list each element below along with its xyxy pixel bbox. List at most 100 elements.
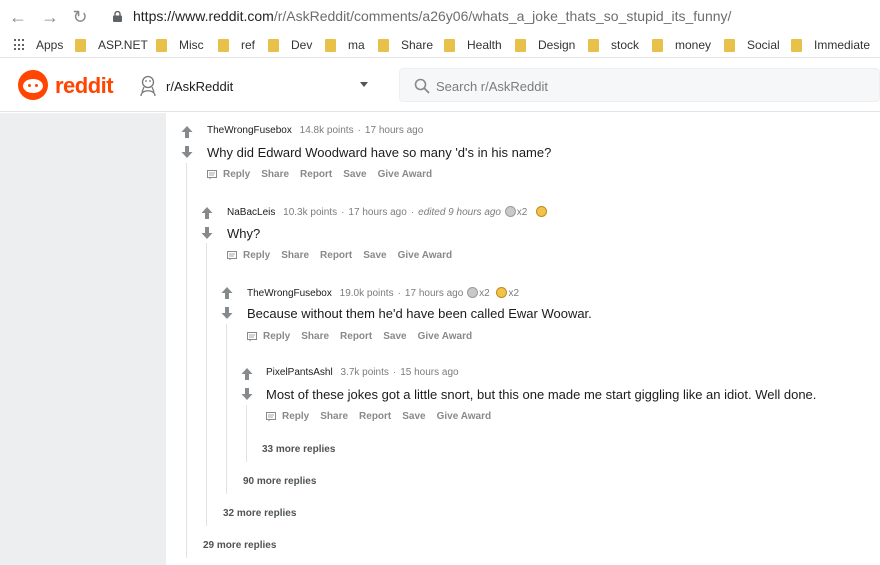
gold-award-icon[interactable] xyxy=(536,206,548,217)
search-input[interactable] xyxy=(436,76,836,96)
bookmark-label: Immediate xyxy=(814,38,871,52)
silver-award-icon[interactable] xyxy=(504,206,516,217)
reply-button[interactable]: Reply xyxy=(263,331,290,342)
thread-line[interactable] xyxy=(186,163,187,558)
share-button[interactable]: Share xyxy=(301,331,329,342)
give-award-button[interactable]: Give Award xyxy=(378,169,432,180)
upvote-arrow-icon[interactable] xyxy=(241,367,253,381)
share-button[interactable]: Share xyxy=(281,250,309,261)
comment-actions: Reply Share Report Save Give Award xyxy=(227,250,463,261)
more-replies-link[interactable]: 90 more replies xyxy=(243,476,316,487)
comment-points: 14.8k points xyxy=(299,125,354,136)
folder-icon xyxy=(75,38,86,52)
comment-author[interactable]: PixelPantsAshl xyxy=(266,367,333,378)
folder-icon xyxy=(156,38,167,52)
bookmark-aspnet[interactable]: ASP.NET xyxy=(75,38,148,52)
share-button[interactable]: Share xyxy=(320,411,348,422)
save-button[interactable]: Save xyxy=(363,250,386,261)
forward-arrow-icon[interactable]: → xyxy=(40,7,60,27)
bookmark-social[interactable]: Social xyxy=(724,38,780,52)
comment-bubble-icon xyxy=(247,331,257,341)
search-icon xyxy=(414,78,430,94)
comment-time[interactable]: 17 hours ago xyxy=(405,288,463,299)
bookmark-ma[interactable]: ma xyxy=(325,38,365,52)
bookmark-immediate[interactable]: Immediate xyxy=(791,38,870,52)
award-count: x2 xyxy=(508,288,519,299)
bookmark-label: Social xyxy=(747,38,780,52)
comment-meta: TheWrongFusebox 14.8k points · 17 hours ag… xyxy=(207,125,424,136)
upvote-arrow-icon[interactable] xyxy=(221,286,233,300)
bookmark-dev[interactable]: Dev xyxy=(268,38,312,52)
back-arrow-icon[interactable]: ← xyxy=(8,7,28,27)
report-button[interactable]: Report xyxy=(340,331,372,342)
thread-line[interactable] xyxy=(246,405,247,462)
chevron-down-icon[interactable] xyxy=(360,82,368,87)
more-replies-link[interactable]: 33 more replies xyxy=(262,444,335,455)
save-button[interactable]: Save xyxy=(343,169,366,180)
folder-icon xyxy=(588,38,599,52)
give-award-button[interactable]: Give Award xyxy=(398,250,452,261)
reddit-logo-icon[interactable] xyxy=(18,70,48,100)
bookmark-money[interactable]: money xyxy=(652,38,711,52)
upvote-arrow-icon[interactable] xyxy=(181,125,193,139)
page-background xyxy=(0,113,166,565)
gold-award-icon[interactable] xyxy=(496,287,508,298)
folder-icon xyxy=(218,38,229,52)
downvote-arrow-icon[interactable] xyxy=(241,387,253,401)
downvote-arrow-icon[interactable] xyxy=(221,306,233,320)
search-box[interactable] xyxy=(399,68,880,102)
save-button[interactable]: Save xyxy=(402,411,425,422)
bookmark-ref[interactable]: ref xyxy=(218,38,255,52)
comment-bubble-icon xyxy=(266,411,276,421)
give-award-button[interactable]: Give Award xyxy=(418,331,472,342)
bookmark-label: stock xyxy=(611,38,640,52)
share-button[interactable]: Share xyxy=(261,169,289,180)
reddit-header: reddit r/AskReddit xyxy=(0,60,880,112)
report-button[interactable]: Report xyxy=(359,411,391,422)
comment-meta: NaBacLeis 10.3k points · 17 hours ago · edit… xyxy=(227,206,548,218)
award-count: x2 xyxy=(516,207,528,218)
downvote-arrow-icon[interactable] xyxy=(201,226,213,240)
silver-award-icon[interactable] xyxy=(467,287,479,298)
reply-button[interactable]: Reply xyxy=(223,169,250,180)
bookmark-share[interactable]: Share xyxy=(378,38,433,52)
more-replies-link[interactable]: 32 more replies xyxy=(223,508,296,519)
comment-time[interactable]: 17 hours ago xyxy=(348,207,406,218)
comment-time[interactable]: 15 hours ago xyxy=(400,367,458,378)
comment-author[interactable]: NaBacLeis xyxy=(227,207,275,218)
more-replies-link[interactable]: 29 more replies xyxy=(203,540,276,551)
comment-actions: Reply Share Report Save Give Award xyxy=(247,331,483,342)
address-bar[interactable]: https://www.reddit.com/r/AskReddit/comme… xyxy=(133,8,731,24)
apps-grid-icon xyxy=(14,39,26,51)
reply-button[interactable]: Reply xyxy=(282,411,309,422)
report-button[interactable]: Report xyxy=(320,250,352,261)
report-button[interactable]: Report xyxy=(300,169,332,180)
thread-line[interactable] xyxy=(206,243,207,526)
give-award-button[interactable]: Give Award xyxy=(437,411,491,422)
bookmark-stock[interactable]: stock xyxy=(588,38,639,52)
comment-author[interactable]: TheWrongFusebox xyxy=(247,288,332,299)
url-host: https://www.reddit.com xyxy=(133,8,274,24)
comment-body: Because without them he'd have been call… xyxy=(247,306,592,321)
folder-icon xyxy=(378,38,389,52)
bookmark-label: ASP.NET xyxy=(98,38,148,52)
folder-icon xyxy=(515,38,526,52)
folder-icon xyxy=(791,38,802,52)
comment-author[interactable]: TheWrongFusebox xyxy=(207,125,292,136)
thread-line[interactable] xyxy=(226,324,227,494)
reply-button[interactable]: Reply xyxy=(243,250,270,261)
bookmark-apps[interactable]: Apps xyxy=(14,38,63,52)
save-button[interactable]: Save xyxy=(383,331,406,342)
subreddit-name[interactable]: r/AskReddit xyxy=(166,79,233,94)
award-count: x2 xyxy=(479,288,490,299)
bookmark-label: Share xyxy=(401,38,434,52)
reload-icon[interactable]: ↻ xyxy=(70,7,90,27)
downvote-arrow-icon[interactable] xyxy=(181,145,193,159)
bookmark-design[interactable]: Design xyxy=(515,38,575,52)
bookmark-misc[interactable]: Misc xyxy=(156,38,204,52)
comment-bubble-icon xyxy=(227,250,237,260)
bookmark-health[interactable]: Health xyxy=(444,38,502,52)
comment-time[interactable]: 17 hours ago xyxy=(365,125,423,136)
upvote-arrow-icon[interactable] xyxy=(201,206,213,220)
reddit-wordmark[interactable]: reddit xyxy=(55,73,114,99)
